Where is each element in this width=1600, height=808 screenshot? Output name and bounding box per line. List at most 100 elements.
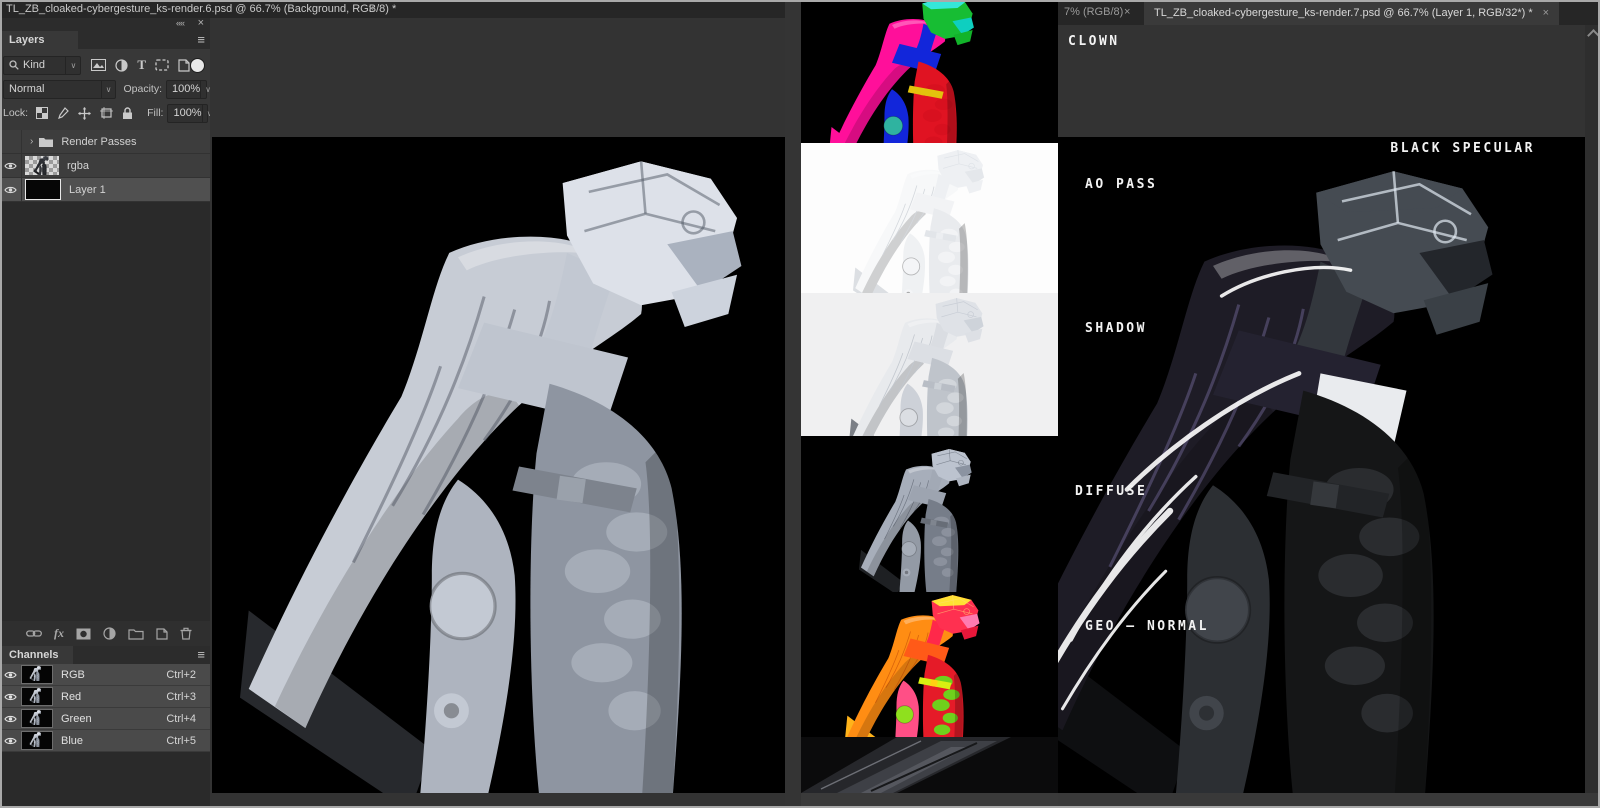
layer-row-group[interactable]: › Render Passes xyxy=(0,130,210,154)
channel-shortcut: Ctrl+3 xyxy=(166,690,196,703)
render-pass-diffuse xyxy=(801,436,1058,592)
render-pass-ao xyxy=(801,143,1058,293)
layer-effects-icon[interactable]: fx xyxy=(54,626,64,641)
opacity-value: 100% xyxy=(172,83,201,95)
layer-name: Layer 1 xyxy=(69,183,106,196)
right-tab-close-icon[interactable]: × xyxy=(1543,7,1549,19)
filter-shape-icon[interactable] xyxy=(155,59,169,71)
channel-shortcut: Ctrl+2 xyxy=(166,668,196,681)
filter-type-icon[interactable]: T xyxy=(137,57,146,73)
layers-empty-area xyxy=(0,202,210,621)
lock-artboard-icon[interactable] xyxy=(100,107,114,119)
render-pass-geo-normal xyxy=(801,592,1058,737)
visibility-toggle[interactable] xyxy=(0,154,22,177)
adjustment-layer-icon[interactable] xyxy=(103,627,116,640)
filter-smart-object-icon[interactable] xyxy=(178,58,190,72)
channel-row[interactable]: RGB Ctrl+2 xyxy=(0,664,210,686)
layers-panel-menu-icon[interactable]: ≡ xyxy=(197,32,205,47)
lock-position-move-icon[interactable] xyxy=(78,106,92,120)
black-specular-render xyxy=(1058,137,1585,793)
render-pass-shadow xyxy=(801,293,1058,436)
visibility-toggle[interactable] xyxy=(0,178,22,201)
fill-value: 100% xyxy=(173,107,202,119)
channels-empty-area xyxy=(0,752,210,808)
filter-pixel-icon[interactable] xyxy=(91,59,107,71)
right-document-bottom-strip xyxy=(1058,793,1600,808)
filter-toggle[interactable] xyxy=(190,57,205,73)
vertical-scrollbar[interactable] xyxy=(1585,25,1600,793)
tab-layers[interactable]: Layers xyxy=(0,31,78,49)
label-shadow: SHADOW xyxy=(1085,321,1147,336)
layer-thumbnail[interactable] xyxy=(25,156,59,175)
photoshop-window: TL_ZB_cloaked-cybergesture_ks-render.6.p… xyxy=(0,0,1600,808)
passes-window-bottom xyxy=(801,793,1058,808)
filter-kind-label: Kind xyxy=(23,59,46,71)
chevron-down-icon: ∨ xyxy=(65,56,80,74)
link-layers-icon[interactable] xyxy=(26,629,42,638)
right-partial-tab[interactable]: 7% (RGB/8) xyxy=(1064,6,1123,18)
right-active-tab-title: TL_ZB_cloaked-cybergesture_ks-render.7.p… xyxy=(1154,6,1533,19)
channels-panel-menu-icon[interactable]: ≡ xyxy=(197,647,205,662)
lock-all-padlock-icon[interactable] xyxy=(122,106,133,120)
left-tab-close-icon[interactable]: × xyxy=(368,3,374,15)
channel-name: Blue xyxy=(61,734,84,747)
lock-transparency-icon[interactable] xyxy=(36,107,49,119)
left-document-tabbar: TL_ZB_cloaked-cybergesture_ks-render.6.p… xyxy=(0,0,785,18)
channel-row[interactable]: Blue Ctrl+5 xyxy=(0,730,210,752)
lock-pixels-brush-icon[interactable] xyxy=(57,106,69,120)
channel-shortcut: Ctrl+5 xyxy=(166,734,196,747)
fill-select[interactable]: 100% ∨ xyxy=(167,103,212,123)
blend-mode-select[interactable]: Normal ∨ xyxy=(3,79,117,99)
tab-channels[interactable]: Channels xyxy=(0,646,73,664)
grey-clay-render xyxy=(212,137,785,793)
visibility-toggle[interactable] xyxy=(0,708,21,729)
chevron-down-icon: ∨ xyxy=(100,80,116,98)
lock-label: Lock: xyxy=(3,107,29,119)
folder-icon xyxy=(38,136,54,148)
channels-list: RGB Ctrl+2 Red Ctrl+3 Green Ctrl+4 Blue … xyxy=(0,664,210,752)
left-document-tab[interactable]: TL_ZB_cloaked-cybergesture_ks-render.6.p… xyxy=(6,3,396,15)
filter-toggle-dot-icon xyxy=(190,57,205,73)
channel-row[interactable]: Red Ctrl+3 xyxy=(0,686,210,708)
new-group-folder-icon[interactable] xyxy=(128,628,144,640)
left-document-area xyxy=(210,18,785,808)
canvas-right[interactable]: BLACK SPECULAR AO PASS SHADOW DIFFUSE GE… xyxy=(1058,137,1585,793)
layer-thumbnail[interactable] xyxy=(25,179,61,200)
opacity-select[interactable]: 100% ∨ xyxy=(166,79,211,99)
render-passes-window[interactable] xyxy=(785,0,1058,808)
search-icon xyxy=(9,60,19,70)
layer-row[interactable]: rgba xyxy=(0,154,210,178)
channel-thumbnail xyxy=(21,665,53,684)
visibility-toggle[interactable] xyxy=(0,686,21,707)
close-panel-icon[interactable]: × xyxy=(198,17,204,29)
disclosure-triangle-icon[interactable]: › xyxy=(30,136,33,147)
layer-row-selected[interactable]: Layer 1 xyxy=(0,178,210,202)
render-pass-specular-strip xyxy=(801,737,1058,793)
right-active-tab[interactable]: TL_ZB_cloaked-cybergesture_ks-render.7.p… xyxy=(1144,0,1560,25)
layers-controls: Kind ∨ T Normal ∨ Opacity: 100% ∨ Lock: … xyxy=(0,49,212,130)
delete-layer-trash-icon[interactable] xyxy=(180,627,192,640)
visibility-toggle[interactable] xyxy=(0,130,22,153)
channel-row[interactable]: Green Ctrl+4 xyxy=(0,708,210,730)
passes-window-edge xyxy=(785,0,801,808)
canvas-left[interactable] xyxy=(212,137,785,793)
channel-name: Red xyxy=(61,690,82,703)
channel-shortcut: Ctrl+4 xyxy=(166,712,196,725)
channel-name: RGB xyxy=(61,668,85,681)
blend-mode-value: Normal xyxy=(9,83,45,95)
label-diffuse: DIFFUSE xyxy=(1075,484,1148,499)
layers-panel-tabs: Layers ≡ xyxy=(0,31,210,49)
right-partial-tab-close-icon[interactable]: × xyxy=(1124,6,1130,18)
panel-dock: «« × Layers ≡ Kind ∨ T Normal ∨ Opacity:… xyxy=(0,17,212,808)
channels-panel-tabs: Channels ≡ xyxy=(0,646,210,664)
new-layer-icon[interactable] xyxy=(156,627,168,640)
collapse-panel-icon[interactable]: «« xyxy=(176,18,185,28)
scroll-up-icon[interactable] xyxy=(1587,29,1600,42)
layer-mask-icon[interactable] xyxy=(76,628,91,640)
filter-adjustment-icon[interactable] xyxy=(115,58,128,72)
visibility-toggle[interactable] xyxy=(0,664,21,685)
label-ao-pass: AO PASS xyxy=(1085,177,1158,192)
filter-kind-select[interactable]: Kind ∨ xyxy=(3,55,82,75)
opacity-label: Opacity: xyxy=(123,83,162,95)
visibility-toggle[interactable] xyxy=(0,730,21,751)
